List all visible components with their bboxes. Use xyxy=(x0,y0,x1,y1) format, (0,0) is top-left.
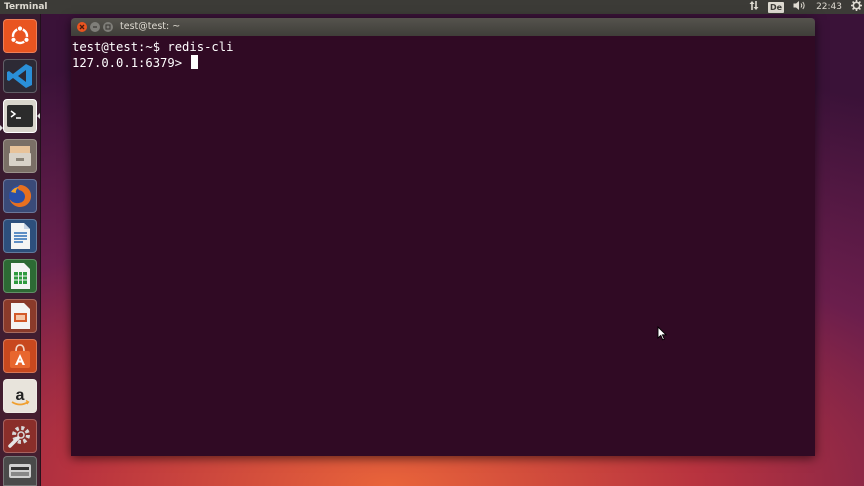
launcher-dvd[interactable] xyxy=(3,456,37,486)
launcher-libreoffice-impress[interactable] xyxy=(3,299,37,333)
keyboard-layout-indicator[interactable]: De xyxy=(767,1,785,13)
terminal-prompt-line: 127.0.0.1:6379> xyxy=(72,55,815,71)
shopping-bag-icon xyxy=(10,344,30,368)
launcher-libreoffice-writer[interactable] xyxy=(3,219,37,253)
vscode-icon xyxy=(7,64,32,88)
terminal-line: test@test:~$ redis-cli xyxy=(72,39,815,55)
volume-icon[interactable] xyxy=(793,0,807,14)
dvd-icon xyxy=(9,464,31,478)
launcher-files[interactable] xyxy=(3,139,37,173)
close-button[interactable] xyxy=(77,22,87,32)
launcher-system-settings[interactable] xyxy=(3,419,37,453)
launcher-firefox[interactable] xyxy=(3,179,37,213)
active-indicator xyxy=(37,113,40,119)
terminal-icon xyxy=(7,105,33,127)
window-titlebar[interactable]: test@test: ~ xyxy=(71,18,815,36)
svg-text:a: a xyxy=(16,387,25,404)
launcher-terminal[interactable] xyxy=(3,99,37,133)
text-cursor xyxy=(191,55,199,69)
terminal-output[interactable]: test@test:~$ redis-cli 127.0.0.1:6379> xyxy=(71,36,815,456)
mouse-pointer-icon xyxy=(657,325,668,345)
launcher-amazon[interactable]: a xyxy=(3,379,37,413)
terminal-line-text: test@test:~$ redis-cli xyxy=(72,40,234,54)
window-title: test@test: ~ xyxy=(120,21,181,32)
network-updown-icon[interactable] xyxy=(749,0,759,14)
calc-spreadsheet-icon xyxy=(11,263,30,289)
terminal-prompt-text: 127.0.0.1:6379> xyxy=(72,56,190,70)
minimize-button[interactable] xyxy=(90,22,100,32)
close-icon xyxy=(79,24,85,30)
amazon-icon: a xyxy=(11,387,30,406)
terminal-window[interactable]: test@test: ~ test@test:~$ redis-cli 127.… xyxy=(71,18,815,456)
launcher-dash-home[interactable] xyxy=(3,19,37,53)
maximize-icon xyxy=(105,24,111,30)
active-app-title[interactable]: Terminal xyxy=(4,0,48,14)
top-panel: Terminal De 22:43 xyxy=(0,0,864,14)
maximize-button[interactable] xyxy=(103,22,113,32)
gear-icon[interactable] xyxy=(851,0,862,14)
launcher-libreoffice-calc[interactable] xyxy=(3,259,37,293)
file-cabinet-icon xyxy=(9,146,31,166)
launcher: a xyxy=(0,14,41,486)
firefox-icon xyxy=(9,184,32,207)
ubuntu-logo-icon xyxy=(10,25,30,45)
wrench-gear-icon xyxy=(8,426,30,448)
launcher-software-center[interactable] xyxy=(3,339,37,373)
launcher-visual-studio-code[interactable] xyxy=(3,59,37,93)
impress-presentation-icon xyxy=(11,303,30,329)
clock[interactable]: 22:43 xyxy=(816,0,842,14)
writer-document-icon xyxy=(11,223,30,249)
minimize-icon xyxy=(93,26,97,28)
indicator-area: De 22:43 xyxy=(740,0,862,14)
